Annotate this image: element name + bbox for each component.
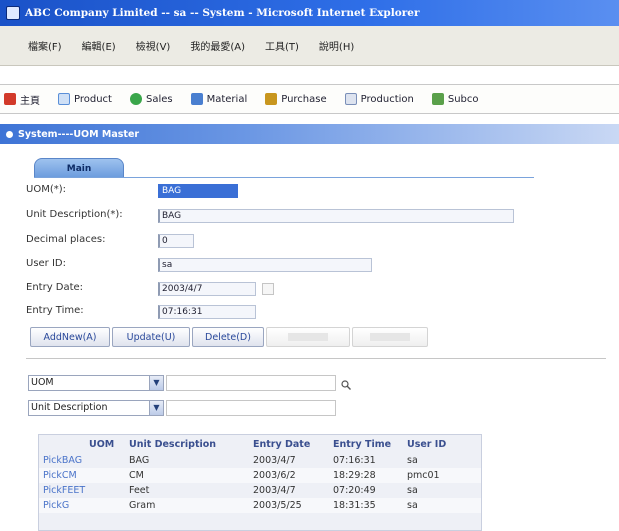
cell-time: 18:29:28: [329, 468, 403, 483]
home-icon: [4, 93, 16, 105]
disabled-button-1: [266, 327, 350, 347]
cell-date: 2003/4/7: [253, 485, 296, 496]
decimal-places-label: Decimal places:: [26, 234, 106, 245]
user-id-input[interactable]: sa: [158, 258, 372, 272]
pick-link[interactable]: Pick: [43, 470, 62, 481]
pick-cell[interactable]: PickCM: [39, 468, 125, 483]
module-production[interactable]: Production: [344, 93, 414, 105]
col-user-id[interactable]: User ID: [403, 435, 481, 453]
ie-app-icon: [6, 6, 20, 20]
module-home[interactable]: 主頁: [4, 92, 40, 107]
decimal-places-input[interactable]: 0: [158, 234, 194, 248]
cell-description: BAG: [129, 455, 150, 466]
purchase-icon: [265, 93, 278, 105]
table-row: PickFEET Feet 2003/4/7 07:20:49 sa: [39, 483, 481, 498]
search-value-input-1[interactable]: [166, 375, 336, 391]
cell-description: Gram: [125, 498, 249, 513]
disabled-button-2: [352, 327, 428, 347]
menu-file[interactable]: 檔案(F): [28, 38, 62, 53]
module-subcontract[interactable]: Subco: [431, 93, 479, 105]
col-uom[interactable]: UOM: [89, 435, 125, 453]
pick-cell[interactable]: PickBAG: [39, 453, 125, 468]
window-title-bar: ABC Company Limited -- sa -- System - Mi…: [0, 0, 619, 26]
cell-user: sa: [407, 485, 418, 496]
user-id-label: User ID:: [26, 258, 66, 269]
sales-icon: [129, 93, 142, 105]
menu-help[interactable]: 說明(H): [319, 38, 354, 53]
cell-user: sa: [403, 498, 481, 513]
menu-edit[interactable]: 編輯(E): [82, 38, 116, 53]
menu-bar: 檔案(F) 編輯(E) 檢視(V) 我的最愛(A) 工具(T) 說明(H): [0, 26, 619, 66]
search-field-select-2[interactable]: Unit Description ▼: [28, 400, 164, 416]
cell-time: 07:20:49: [333, 485, 376, 496]
pick-link[interactable]: Pick: [43, 485, 62, 496]
col-entry-date[interactable]: Entry Date: [249, 435, 329, 453]
section-title: System----UOM Master: [18, 128, 140, 140]
module-material[interactable]: Material: [190, 93, 247, 105]
module-sales[interactable]: Sales: [129, 93, 173, 105]
chevron-down-icon: ▼: [149, 376, 163, 390]
grid-header-row: UOM Unit Description Entry Date Entry Ti…: [39, 435, 481, 453]
menu-view[interactable]: 檢視(V): [136, 38, 171, 53]
entry-date-input[interactable]: 2003/4/7: [158, 282, 256, 296]
search-icon[interactable]: [341, 380, 351, 390]
table-row: PickCM CM 2003/6/2 18:29:28 pmc01: [39, 468, 481, 483]
window-title: ABC Company Limited -- sa -- System - Mi…: [25, 7, 420, 19]
cell-time: 18:31:35: [329, 498, 403, 513]
module-product[interactable]: Product: [58, 93, 112, 105]
calendar-icon[interactable]: [262, 283, 274, 295]
entry-date-label: Entry Date:: [26, 282, 84, 293]
pick-cell[interactable]: PickFEET: [39, 483, 125, 498]
table-row: PickBAG BAG 2003/4/7 07:16:31 sa: [39, 453, 481, 468]
col-entry-time[interactable]: Entry Time: [329, 435, 403, 453]
bullet-icon: [6, 130, 13, 138]
col-pick: [39, 435, 89, 453]
uom-result-grid: UOM Unit Description Entry Date Entry Ti…: [38, 434, 482, 531]
pick-cell[interactable]: PickG: [39, 498, 125, 513]
pick-link[interactable]: Pick: [43, 455, 62, 466]
unit-description-label: Unit Description(*):: [26, 209, 123, 220]
entry-time-input[interactable]: 07:16:31: [158, 305, 256, 319]
cell-date: 2003/6/2: [249, 468, 329, 483]
material-icon: [190, 93, 203, 105]
subcontract-icon: [431, 93, 444, 105]
section-header: System----UOM Master: [0, 124, 619, 144]
menu-favorites[interactable]: 我的最愛(A): [190, 38, 245, 53]
uom-label: UOM(*):: [26, 184, 66, 195]
divider: [26, 358, 606, 359]
table-row: PickG Gram 2003/5/25 18:31:35 sa: [39, 498, 481, 513]
cell-date: 2003/5/25: [249, 498, 329, 513]
update-button[interactable]: Update(U): [112, 327, 190, 347]
col-unit-description[interactable]: Unit Description: [125, 435, 249, 453]
tab-underline: [34, 177, 534, 178]
product-icon: [58, 93, 70, 105]
unit-description-input[interactable]: BAG: [158, 209, 514, 223]
chevron-down-icon: ▼: [149, 401, 163, 415]
cell-date: 2003/4/7: [253, 455, 296, 466]
cell-user: pmc01: [403, 468, 481, 483]
search-value-input-2[interactable]: [166, 400, 336, 416]
addnew-button[interactable]: AddNew(A): [30, 327, 110, 347]
search-field-select-1[interactable]: UOM ▼: [28, 375, 164, 391]
entry-time-label: Entry Time:: [26, 305, 84, 316]
module-toolbar: 主頁 Product Sales Material Purchase Produ…: [0, 84, 619, 114]
cell-time: 07:16:31: [333, 455, 376, 466]
module-purchase[interactable]: Purchase: [265, 93, 327, 105]
uom-input[interactable]: BAG: [158, 184, 238, 198]
cell-description: Feet: [129, 485, 150, 496]
production-icon: [344, 93, 357, 105]
delete-button[interactable]: Delete(D): [192, 327, 264, 347]
cell-user: sa: [407, 455, 418, 466]
tab-main[interactable]: Main: [34, 158, 124, 178]
pick-link[interactable]: Pick: [43, 500, 62, 511]
menu-tools[interactable]: 工具(T): [265, 38, 299, 53]
cell-description: CM: [125, 468, 249, 483]
